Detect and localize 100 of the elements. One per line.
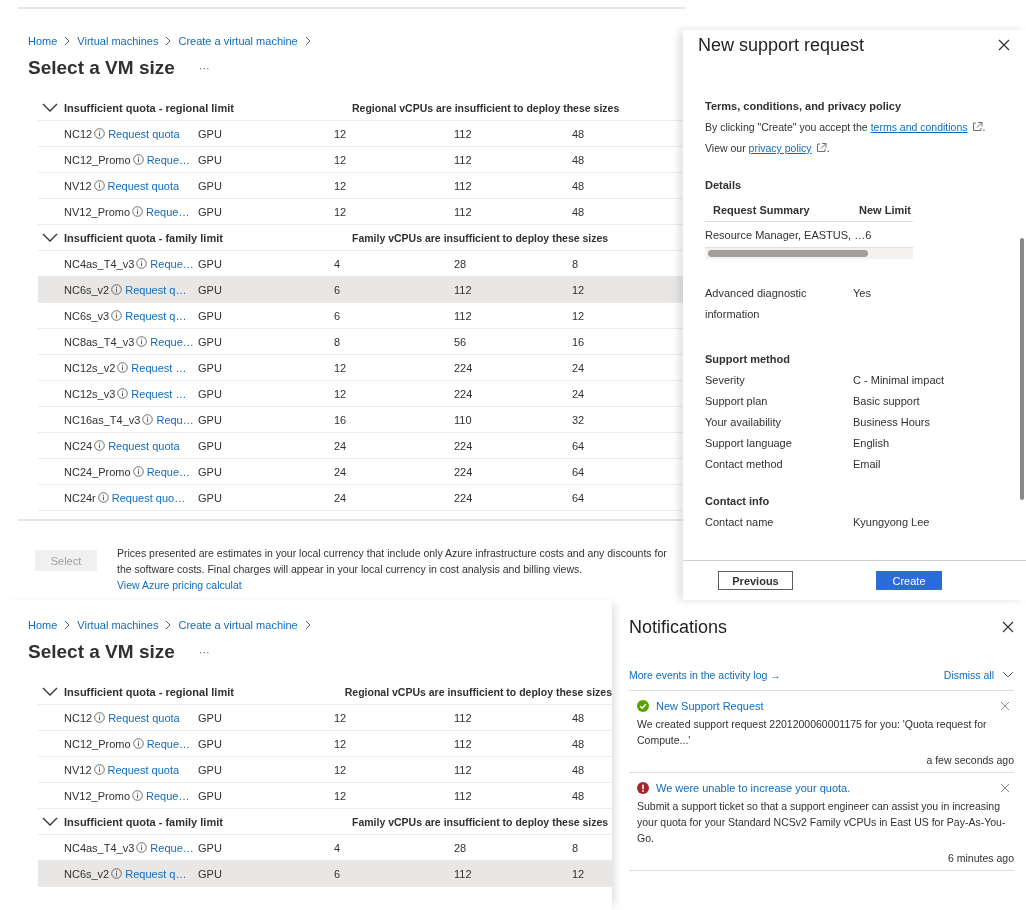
breadcrumb-link[interactable]: Home	[28, 619, 58, 631]
info-icon[interactable]	[94, 440, 106, 451]
table-row[interactable]: NV12_Promo Reque… GPU 12 112 48	[38, 783, 612, 809]
info-icon[interactable]	[94, 712, 106, 723]
info-icon[interactable]	[117, 362, 129, 373]
activity-log-link[interactable]: More events in the activity log →	[629, 669, 781, 681]
request-quota-link[interactable]: Request quota	[108, 711, 180, 724]
horizontal-scrollbar[interactable]	[705, 248, 913, 259]
table-row[interactable]: NC12_Promo Reque… GPU 12 112 48	[38, 147, 683, 173]
table-row[interactable]: NC6s_v2 Request q… GPU 6 112 12	[38, 277, 683, 303]
table-cell-text: 224	[454, 361, 474, 374]
policy-link[interactable]: terms and conditions	[870, 121, 968, 133]
breadcrumb-link[interactable]: Create a virtual machine	[178, 35, 298, 47]
chevron-down-icon[interactable]	[1002, 671, 1014, 679]
table-row[interactable]: NV12_Promo Reque… GPU 12 112 48	[38, 199, 683, 225]
field-label: Advanced diagnostic information	[705, 286, 808, 322]
terms-text: View our privacy policy .	[705, 141, 831, 156]
table-row[interactable]: NC12 Request quota GPU 12 112 48	[38, 121, 683, 147]
info-icon[interactable]	[132, 790, 144, 801]
info-icon[interactable]	[132, 466, 144, 477]
notification-title[interactable]: We were unable to increase your quota.	[656, 782, 993, 794]
chevron-right-icon	[63, 620, 72, 630]
info-icon[interactable]	[93, 764, 105, 775]
request-quota-link[interactable]: Request quo…	[111, 491, 186, 504]
request-quota-link[interactable]: Request q…	[125, 283, 187, 296]
breadcrumb-link[interactable]: Home	[28, 35, 58, 47]
info-icon[interactable]	[111, 284, 123, 295]
request-quota-link[interactable]: Request quota	[107, 763, 180, 776]
size-name: NC12	[64, 711, 93, 724]
table-cell-text: 56	[454, 335, 468, 348]
breadcrumb-link[interactable]: Virtual machines	[77, 35, 159, 47]
request-quota-link[interactable]: Request …	[131, 387, 187, 400]
table-row[interactable]: NC12s_v3 Request … GPU 12 224 24	[38, 381, 683, 407]
table-cell-text: 12	[572, 309, 586, 322]
info-icon[interactable]	[136, 842, 148, 853]
table-row[interactable]: NC8as_T4_v3 Reque… GPU 8 56 16	[38, 329, 683, 355]
breadcrumb-link[interactable]: Virtual machines	[77, 619, 159, 631]
table-row[interactable]: NC24 Request quota GPU 24 224 64	[38, 433, 683, 459]
request-quota-link[interactable]: Reque…	[146, 205, 190, 218]
info-icon[interactable]	[94, 128, 106, 139]
group-message: Family vCPUs are insufficient to deploy these sizes	[352, 231, 609, 244]
table-row[interactable]: NC24r Request quo… GPU 24 224 64	[38, 485, 683, 511]
request-quota-link[interactable]: Request quota	[107, 179, 180, 192]
info-icon[interactable]	[97, 492, 109, 503]
close-icon[interactable]	[1002, 621, 1014, 633]
table-cell-text: 112	[454, 867, 473, 880]
request-quota-link[interactable]: Requ…	[156, 413, 194, 426]
info-icon[interactable]	[142, 414, 154, 425]
table-row[interactable]: NC12 Request quota GPU 12 112 48	[38, 705, 612, 731]
info-icon[interactable]	[132, 738, 144, 749]
info-icon[interactable]	[132, 154, 144, 165]
field-value: C - Minimal impact	[853, 373, 946, 388]
field-label: Support plan	[705, 394, 769, 409]
table-row[interactable]: NV12 Request quota GPU 12 112 48	[38, 757, 612, 783]
info-icon[interactable]	[111, 310, 123, 321]
request-quota-link[interactable]: Request …	[131, 361, 187, 374]
info-icon[interactable]	[136, 258, 148, 269]
size-name: NC24_Promo	[64, 465, 131, 478]
info-icon[interactable]	[93, 180, 105, 191]
request-quota-link[interactable]: Reque…	[146, 789, 190, 802]
request-quota-link[interactable]: Request quota	[108, 127, 180, 140]
table-cell-text: 110	[454, 413, 473, 426]
section-heading: Contact info	[705, 494, 771, 509]
breadcrumb-link[interactable]: Create a virtual machine	[178, 619, 298, 631]
request-quota-link[interactable]: Reque…	[150, 841, 194, 854]
table-row[interactable]: NV12 Request quota GPU 12 112 48	[38, 173, 683, 199]
vertical-scrollbar[interactable]	[1020, 238, 1024, 500]
info-icon[interactable]	[132, 206, 144, 217]
create-button[interactable]: Create	[876, 571, 942, 590]
group-label: Insufficient quota - regional limit	[64, 685, 235, 698]
table-row[interactable]: NC6s_v3 Request q… GPU 6 112 12	[38, 303, 683, 329]
section-heading: Support method	[705, 352, 791, 367]
request-quota-link[interactable]: Reque…	[146, 465, 191, 478]
request-quota-link[interactable]: Reque…	[146, 737, 191, 750]
request-quota-link[interactable]: Reque…	[150, 257, 194, 270]
info-icon[interactable]	[136, 336, 148, 347]
request-quota-link[interactable]: Reque…	[150, 335, 194, 348]
policy-link[interactable]: privacy policy	[748, 142, 812, 154]
previous-button[interactable]: Previous	[718, 571, 793, 590]
request-quota-link[interactable]: Reque…	[146, 153, 191, 166]
info-icon[interactable]	[117, 388, 129, 399]
more-button[interactable]: ···	[198, 646, 210, 658]
field-value: Basic support	[853, 394, 921, 409]
table-row[interactable]: NC12_Promo Reque… GPU 12 112 48	[38, 731, 612, 757]
table-cell-text: 112	[454, 711, 473, 724]
request-quota-link[interactable]: Request q…	[125, 867, 187, 880]
info-icon[interactable]	[111, 868, 123, 879]
more-button[interactable]: ···	[198, 62, 210, 74]
table-row[interactable]: NC16as_T4_v3 Requ… GPU 16 110 32	[38, 407, 683, 433]
section-heading: Details	[705, 178, 743, 193]
table-row[interactable]: NC6s_v2 Request q… GPU 6 112 12	[38, 861, 612, 887]
table-row[interactable]: NC12s_v2 Request … GPU 12 224 24	[38, 355, 683, 381]
notification-title[interactable]: New Support Request	[656, 700, 993, 712]
request-quota-link[interactable]: Request q…	[125, 309, 187, 322]
request-quota-link[interactable]: Request quota	[108, 439, 180, 452]
pricing-calculator-link[interactable]: View Azure pricing calculat	[117, 579, 242, 591]
close-icon[interactable]	[998, 39, 1010, 51]
table-row[interactable]: NC24_Promo Reque… GPU 24 224 64	[38, 459, 683, 485]
dismiss-all-link[interactable]: Dismiss all	[943, 669, 994, 681]
table-cell-text: GPU	[198, 387, 223, 400]
